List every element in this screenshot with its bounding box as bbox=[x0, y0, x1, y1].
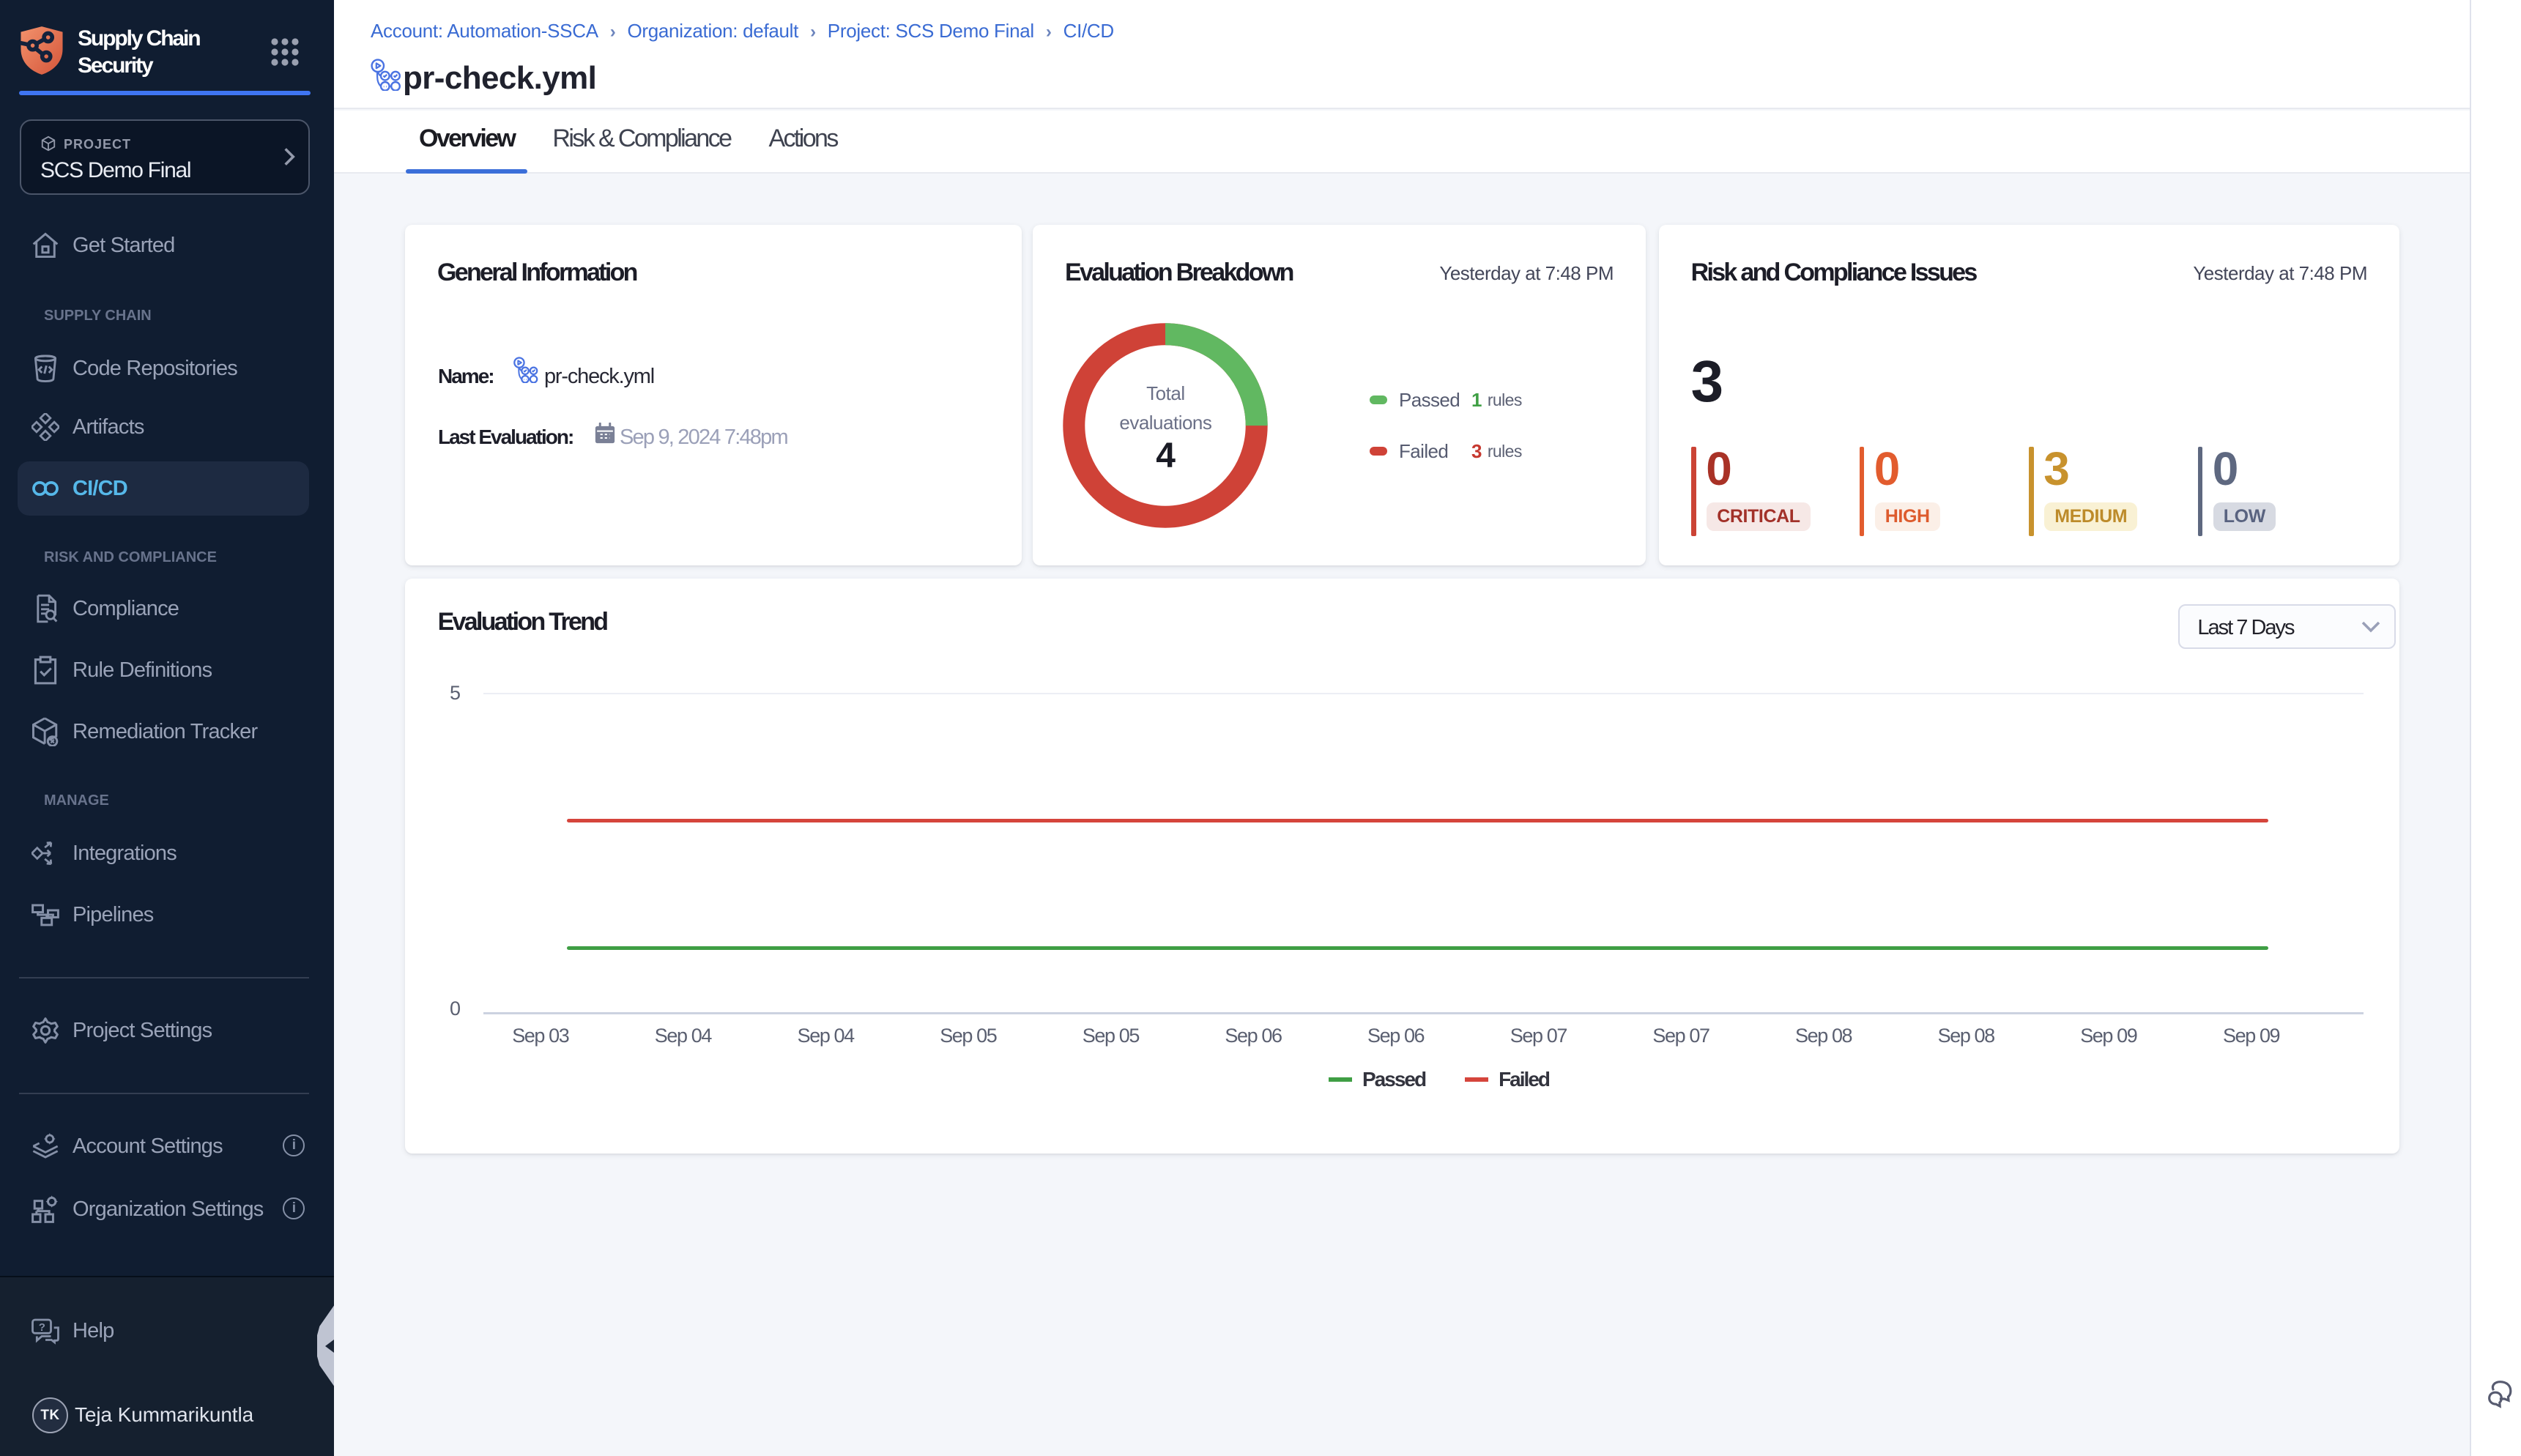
svg-text:?: ? bbox=[39, 1321, 45, 1334]
